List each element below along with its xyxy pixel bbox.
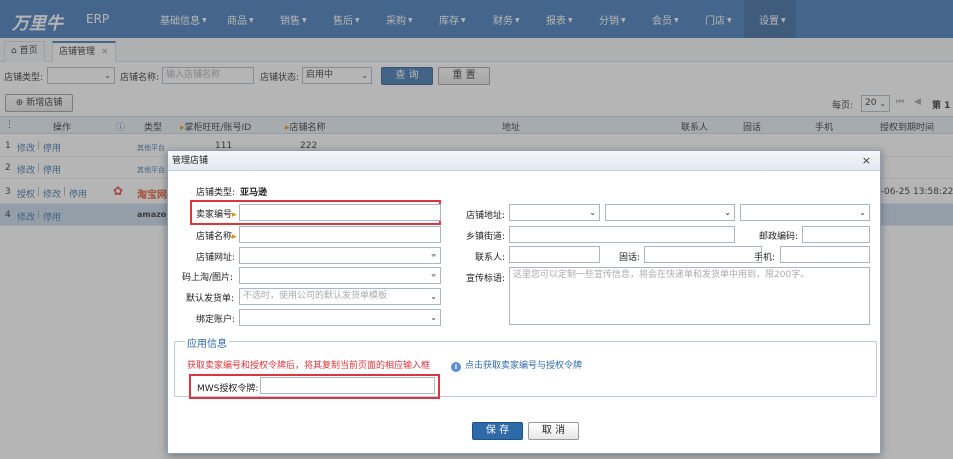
qr-image-label: 码上淘/图片: [182,273,234,283]
chevron-down-icon: ⌄ [430,313,437,322]
mobile-label: 手机: [754,253,776,263]
phone-label: 固话: [619,253,641,263]
app-info-legend: 应用信息 [185,335,229,350]
bind-account-label: 绑定账户: [196,315,236,325]
shop-name-input[interactable] [239,226,441,243]
phone-input[interactable] [644,246,762,263]
seller-no-input[interactable] [239,204,441,221]
close-icon[interactable]: × [862,151,871,171]
zip-input[interactable] [802,226,870,243]
app-hint-text: 获取卖家编号和授权令牌后，将其复制当前页面的相应输入框 [187,361,431,371]
link-icon: ⚭ [430,251,437,260]
district-select[interactable]: ⌄ [740,204,870,221]
slogan-textarea[interactable]: 这里您可以定制一些宣传信息，将会在快递单和发货单中用到，限200字。 [509,267,870,325]
shop-url-label: 店铺网址: [196,253,236,263]
contact-label: 联系人: [475,253,506,263]
seller-no-label: 卖家编号▸ [196,210,237,220]
province-select[interactable]: ⌄ [509,204,600,221]
shop-name-label: 店铺名称▸ [196,232,237,242]
chevron-down-icon: ⌄ [859,208,866,217]
shop-url-input[interactable]: ⚭ [239,247,441,264]
bind-account-select[interactable]: ⌄ [239,309,441,326]
shop-type-value: 亚马逊 [240,188,268,198]
qr-image-input[interactable]: ⚭ [239,267,441,284]
get-token-link[interactable]: i 点击获取卖家编号与授权令牌 [451,358,582,372]
default-template-label: 默认发货单: [186,294,235,304]
chevron-down-icon: ⌄ [724,208,731,217]
mws-token-label: MWS授权令牌: [197,384,259,394]
chevron-down-icon: ⌄ [430,292,437,301]
link-icon: ⚭ [430,271,437,280]
shop-type-label: 店铺类型: [196,188,236,198]
default-template-select[interactable]: 不选时，使用公司的默认发货单模板 ⌄ [239,288,441,305]
contact-input[interactable] [509,246,600,263]
save-button[interactable]: 保 存 [472,422,523,440]
address-label: 店铺地址: [466,211,506,221]
mws-token-input[interactable] [260,377,435,394]
dialog-title: 管理店铺 × [168,151,880,171]
manage-shop-dialog: 管理店铺 × 店铺类型: 亚马逊 卖家编号▸ 店铺名称▸ 店铺网址: ⚭ 码上淘/… [167,150,881,454]
street-input[interactable] [509,226,735,243]
slogan-label: 宣传标语: [466,274,506,284]
street-label: 乡镇街道: [466,232,506,242]
info-icon: i [451,362,461,372]
mobile-input[interactable] [780,246,870,263]
zip-label: 邮政编码: [759,232,799,242]
chevron-down-icon: ⌄ [589,208,596,217]
city-select[interactable]: ⌄ [605,204,735,221]
cancel-button[interactable]: 取 消 [528,422,579,440]
